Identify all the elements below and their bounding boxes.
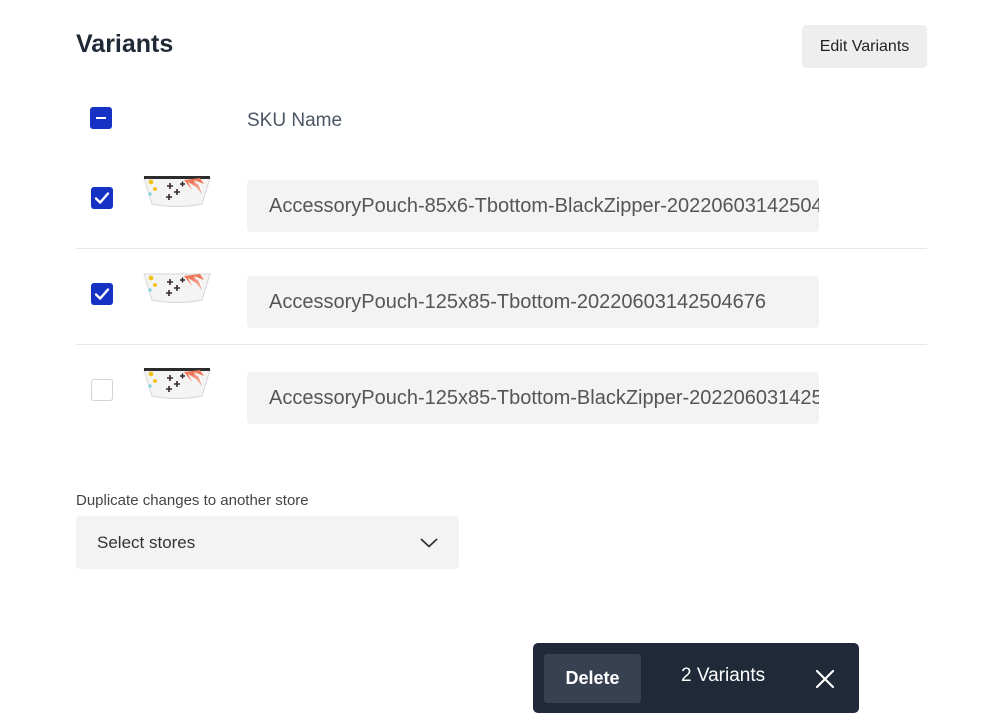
table-header: SKU Name <box>76 96 927 144</box>
product-thumbnail <box>143 273 211 303</box>
store-select[interactable]: Select stores <box>76 516 459 569</box>
sku-name-field[interactable]: AccessoryPouch-85x6-Tbottom-BlackZipper-… <box>247 180 819 232</box>
checkmark-icon <box>94 288 110 300</box>
table-row: AccessoryPouch-125x85-Tbottom-BlackZippe… <box>76 344 927 440</box>
row-checkbox[interactable] <box>91 187 113 209</box>
duplicate-label: Duplicate changes to another store <box>76 492 309 509</box>
sku-column-header: SKU Name <box>247 110 343 131</box>
row-checkbox[interactable] <box>91 283 113 305</box>
sku-name-field[interactable]: AccessoryPouch-125x85-Tbottom-2022060314… <box>247 276 819 328</box>
selection-toolbar: Delete 2 Variants <box>533 643 859 713</box>
sku-name-field[interactable]: AccessoryPouch-125x85-Tbottom-BlackZippe… <box>247 372 819 424</box>
minus-icon <box>96 117 106 119</box>
table-row: AccessoryPouch-85x6-Tbottom-BlackZipper-… <box>76 152 927 249</box>
table-row: AccessoryPouch-125x85-Tbottom-2022060314… <box>76 248 927 345</box>
selected-count: 2 Variants <box>681 665 766 686</box>
close-icon <box>815 669 835 689</box>
product-thumbnail <box>143 368 211 399</box>
row-checkbox[interactable] <box>91 379 113 401</box>
close-button[interactable] <box>813 667 837 691</box>
delete-button[interactable]: Delete <box>544 654 641 703</box>
select-all-checkbox[interactable] <box>90 107 112 129</box>
chevron-down-icon <box>420 538 438 547</box>
product-thumbnail <box>143 176 211 207</box>
variants-title: Variants <box>76 30 174 58</box>
store-select-placeholder: Select stores <box>97 532 196 552</box>
edit-variants-button[interactable]: Edit Variants <box>802 25 927 68</box>
checkmark-icon <box>94 192 110 204</box>
